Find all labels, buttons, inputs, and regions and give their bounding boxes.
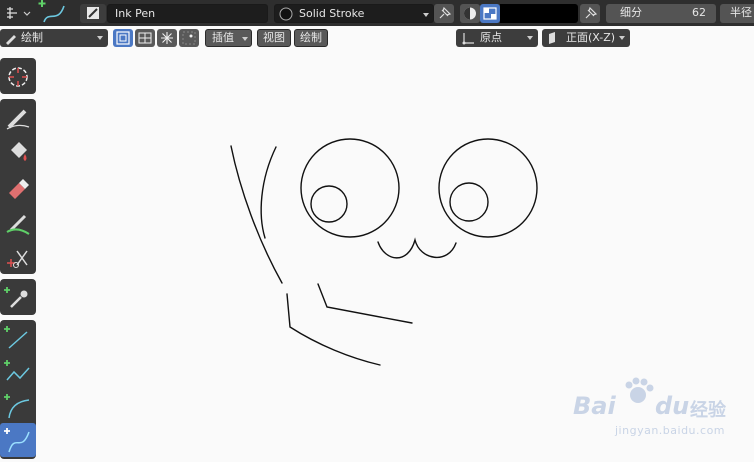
pin-color-button[interactable] [580, 4, 600, 23]
left-eye [300, 138, 400, 238]
fill-tool[interactable] [0, 135, 36, 169]
origin-label: 原点 [480, 31, 502, 44]
fill-bucket-icon [11, 142, 27, 161]
mode-selector[interactable]: 绘制 [0, 29, 108, 47]
brush-name-field[interactable]: Ink Pen [107, 4, 268, 23]
eyedropper-tool[interactable] [0, 280, 36, 314]
material-selector[interactable]: Solid Stroke [274, 4, 434, 23]
watermark-brand: Bai [573, 392, 616, 420]
pencil-icon [6, 35, 16, 45]
erase-tool[interactable] [0, 170, 36, 204]
chevron-down-icon [423, 13, 429, 17]
right-pupil [449, 182, 489, 222]
radius-label: 半径 [730, 6, 752, 19]
vertex-color-icon [483, 7, 497, 20]
chevron-down-icon [527, 36, 533, 40]
scissors-icon [7, 250, 28, 268]
curve-tool[interactable] [0, 423, 36, 457]
drawing-plane-selector[interactable]: 正面(X-Z) [542, 29, 630, 47]
origin-selector[interactable]: 原点 [456, 29, 538, 47]
plane-label: 正面(X-Z) [566, 31, 616, 44]
polyline-tool[interactable] [0, 355, 36, 389]
stroke-placement-button[interactable] [113, 29, 133, 47]
tool-group-primitives [0, 320, 36, 459]
arm [317, 283, 413, 324]
interpolate-label: 插值 [212, 31, 234, 44]
draw-menu[interactable]: 绘制 [294, 29, 328, 47]
tool-group-cursor [0, 58, 36, 94]
draw-tool[interactable] [0, 100, 36, 134]
eyedropper-icon [4, 287, 28, 308]
body-left [286, 293, 381, 366]
chevron-down-icon [97, 36, 103, 40]
chevron-down-icon [242, 37, 248, 41]
color-mode-vertex-button[interactable] [480, 4, 500, 23]
cutter-tool[interactable] [0, 240, 36, 274]
cursor-tool[interactable] [0, 59, 36, 93]
brush-name: Ink Pen [115, 7, 156, 20]
color-swatch[interactable] [500, 4, 578, 23]
pin-material-button[interactable] [434, 4, 454, 23]
right-eye [438, 138, 538, 238]
head-outline-inner [260, 146, 277, 239]
guide-button[interactable] [157, 29, 177, 47]
view-menu[interactable]: 视图 [257, 29, 291, 47]
watermark-url: jingyan.baidu.com [615, 424, 726, 437]
pen-icon [87, 7, 99, 19]
tool-group-eyedropper [0, 279, 36, 315]
curve-tool-icon [38, 0, 65, 23]
color-mode-material-button[interactable] [460, 4, 480, 23]
line-tool[interactable] [0, 321, 36, 355]
radius-field[interactable]: 半径 [720, 4, 754, 23]
watermark-brand2: du [655, 392, 690, 420]
arc-icon [4, 394, 30, 419]
plane-icon [549, 32, 555, 44]
snap-button[interactable] [135, 29, 155, 47]
eraser-icon [9, 179, 29, 199]
view-label: 视图 [263, 31, 285, 44]
grid-snap-icon [138, 32, 152, 44]
brush-icon-button[interactable] [80, 4, 106, 23]
watermark-jy: 经验 [690, 400, 726, 421]
tint-tool[interactable] [0, 205, 36, 239]
polyline-icon [4, 360, 30, 381]
viewport-canvas[interactable]: Bai du 经验 jingyan.baidu.com [38, 50, 754, 459]
active-tool-icon[interactable] [36, 0, 70, 26]
interpolate-menu[interactable]: 插值 [205, 29, 252, 47]
material-sphere-icon [279, 7, 293, 21]
paw-logo-icon [625, 377, 654, 403]
head-outline-left [230, 145, 283, 284]
pin-icon [439, 6, 452, 19]
subdivide-field[interactable]: 细分 62 [606, 4, 716, 23]
mouth [377, 237, 457, 259]
square-target-icon [116, 31, 130, 45]
star-guide-icon [161, 32, 173, 44]
tool-header: Ink Pen Solid Stroke 细分 62 半径 [0, 0, 754, 26]
curve-icon [4, 428, 30, 453]
material-name: Solid Stroke [299, 7, 365, 20]
scatter-icon [182, 31, 196, 45]
subdivide-value: 62 [692, 6, 706, 19]
subdivide-label: 细分 [620, 6, 642, 19]
left-pupil [310, 185, 348, 223]
draw-label: 绘制 [300, 31, 322, 44]
mode-label: 绘制 [21, 31, 43, 44]
watermark: Bai du 经验 jingyan.baidu.com [573, 377, 753, 450]
transform-icon [7, 7, 31, 19]
half-circle-icon [464, 7, 476, 20]
arc-tool[interactable] [0, 389, 36, 423]
tool-settings-menu[interactable] [2, 4, 32, 22]
line-icon [4, 326, 28, 349]
tool-group-draw [0, 99, 36, 274]
chevron-down-icon [619, 36, 625, 40]
pencil-stroke-icon [6, 109, 30, 130]
origin-axis-icon [462, 33, 474, 45]
pin-icon [585, 6, 598, 19]
secondary-toolbar: 绘制 插值 视图 绘制 原点 正面(X-Z) [0, 26, 754, 50]
cursor-icon [8, 67, 28, 87]
toolbar-column [0, 56, 36, 459]
random-button[interactable] [179, 29, 199, 47]
tint-brush-icon [6, 214, 30, 235]
